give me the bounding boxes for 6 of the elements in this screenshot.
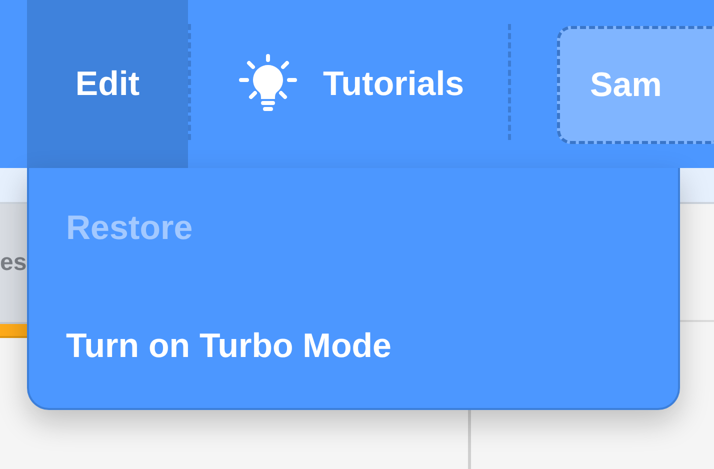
tutorials-menu[interactable]: Tutorials [191, 0, 508, 168]
menu-button[interactable]: Sam [557, 26, 714, 144]
edit-menu[interactable]: Edit [27, 0, 188, 168]
lightbulb-icon [237, 54, 299, 114]
menu-item[interactable]: Turn on Turbo Mode [66, 320, 392, 372]
tab-label: es [0, 249, 27, 277]
